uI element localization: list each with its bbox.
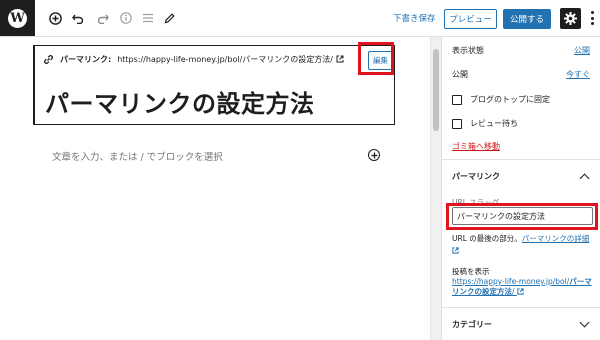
url-slug-highlight bbox=[446, 203, 598, 230]
permalink-bar: パーマリンク: https://happy-life-money.jp/bol/… bbox=[35, 46, 394, 72]
permalink-panel-title[interactable]: パーマリンク bbox=[452, 171, 500, 182]
list-view-icon[interactable] bbox=[142, 10, 153, 26]
preview-button[interactable]: プレビュー bbox=[444, 9, 497, 29]
external-link-icon[interactable] bbox=[517, 288, 524, 295]
publish-label: 公開 bbox=[452, 70, 468, 79]
publish-date-link[interactable]: 今すぐ bbox=[566, 69, 590, 80]
sidebar-divider bbox=[442, 159, 600, 160]
post-title-block[interactable]: パーマリンク: https://happy-life-money.jp/bol/… bbox=[33, 45, 395, 125]
pending-review-option[interactable]: レビュー待ち bbox=[452, 118, 518, 129]
editor-canvas: パーマリンク: https://happy-life-money.jp/bol/… bbox=[0, 37, 430, 340]
external-link-icon[interactable] bbox=[452, 247, 459, 254]
undo-icon[interactable] bbox=[72, 10, 84, 26]
categories-panel-title[interactable]: カテゴリー bbox=[452, 319, 492, 330]
sidebar-divider bbox=[442, 307, 600, 308]
add-block-inline-icon[interactable] bbox=[368, 149, 380, 161]
visibility-label: 表示状態 bbox=[452, 46, 484, 55]
view-post-url-base: https://happy-life-money.jp/bol/ bbox=[452, 277, 570, 286]
move-to-trash-link[interactable]: ゴミ箱へ移動 bbox=[452, 141, 500, 152]
edit-pencil-icon[interactable] bbox=[163, 10, 175, 26]
wordpress-logo-glyph: W bbox=[10, 10, 25, 26]
edit-button-highlight bbox=[358, 42, 394, 75]
block-placeholder[interactable]: 文章を入力、または / でブロックを選択 bbox=[52, 149, 223, 163]
settings-button[interactable] bbox=[560, 8, 581, 29]
wordpress-logo-icon[interactable]: W bbox=[0, 0, 35, 36]
link-icon bbox=[44, 54, 53, 64]
settings-sidebar: 表示状態 公開 公開 今すぐ ブログのトップに固定 レビュー待ち ゴミ箱へ移動 … bbox=[441, 37, 600, 340]
external-link-icon[interactable] bbox=[336, 55, 344, 63]
slug-help-text: URL の最後の部分。パーマリンクの詳細 bbox=[452, 233, 597, 257]
stick-to-top-option[interactable]: ブログのトップに固定 bbox=[452, 94, 550, 105]
view-post-link[interactable]: https://happy-life-money.jp/bol/パーマリンクの設… bbox=[452, 277, 597, 297]
view-post-url-suffix: / bbox=[512, 287, 515, 296]
info-icon[interactable] bbox=[119, 10, 132, 26]
publish-button[interactable]: 公開する bbox=[503, 9, 551, 29]
add-block-icon[interactable] bbox=[48, 10, 62, 26]
view-post-label: 投稿を表示 bbox=[452, 267, 490, 276]
stick-to-top-label: ブログのトップに固定 bbox=[470, 95, 550, 104]
more-options-icon[interactable] bbox=[589, 10, 595, 26]
stick-to-top-checkbox[interactable] bbox=[452, 94, 462, 105]
pending-review-label: レビュー待ち bbox=[470, 119, 518, 128]
scrollbar-thumb[interactable] bbox=[433, 49, 439, 131]
chevron-down-icon[interactable] bbox=[579, 317, 590, 328]
visibility-value-link[interactable]: 公開 bbox=[574, 45, 590, 56]
slug-help-prefix: URL の最後の部分。 bbox=[452, 234, 522, 243]
permalink-label: パーマリンク: bbox=[60, 54, 112, 64]
post-title[interactable]: パーマリンクの設定方法 bbox=[45, 84, 315, 119]
editor-scrollbar[interactable] bbox=[430, 37, 441, 340]
editor-toolbar: W 下書き保存 プレビュー 公開する bbox=[0, 0, 600, 37]
permalink-url[interactable]: https://happy-life-money.jp/bol/パーマリンクの設… bbox=[117, 54, 333, 65]
permalink-docs-link[interactable]: パーマリンクの詳細 bbox=[522, 234, 590, 243]
gear-icon bbox=[564, 12, 577, 25]
save-draft-button[interactable]: 下書き保存 bbox=[393, 12, 436, 24]
pending-review-checkbox[interactable] bbox=[452, 118, 462, 129]
redo-icon[interactable] bbox=[97, 10, 109, 26]
chevron-up-icon[interactable] bbox=[579, 173, 590, 184]
